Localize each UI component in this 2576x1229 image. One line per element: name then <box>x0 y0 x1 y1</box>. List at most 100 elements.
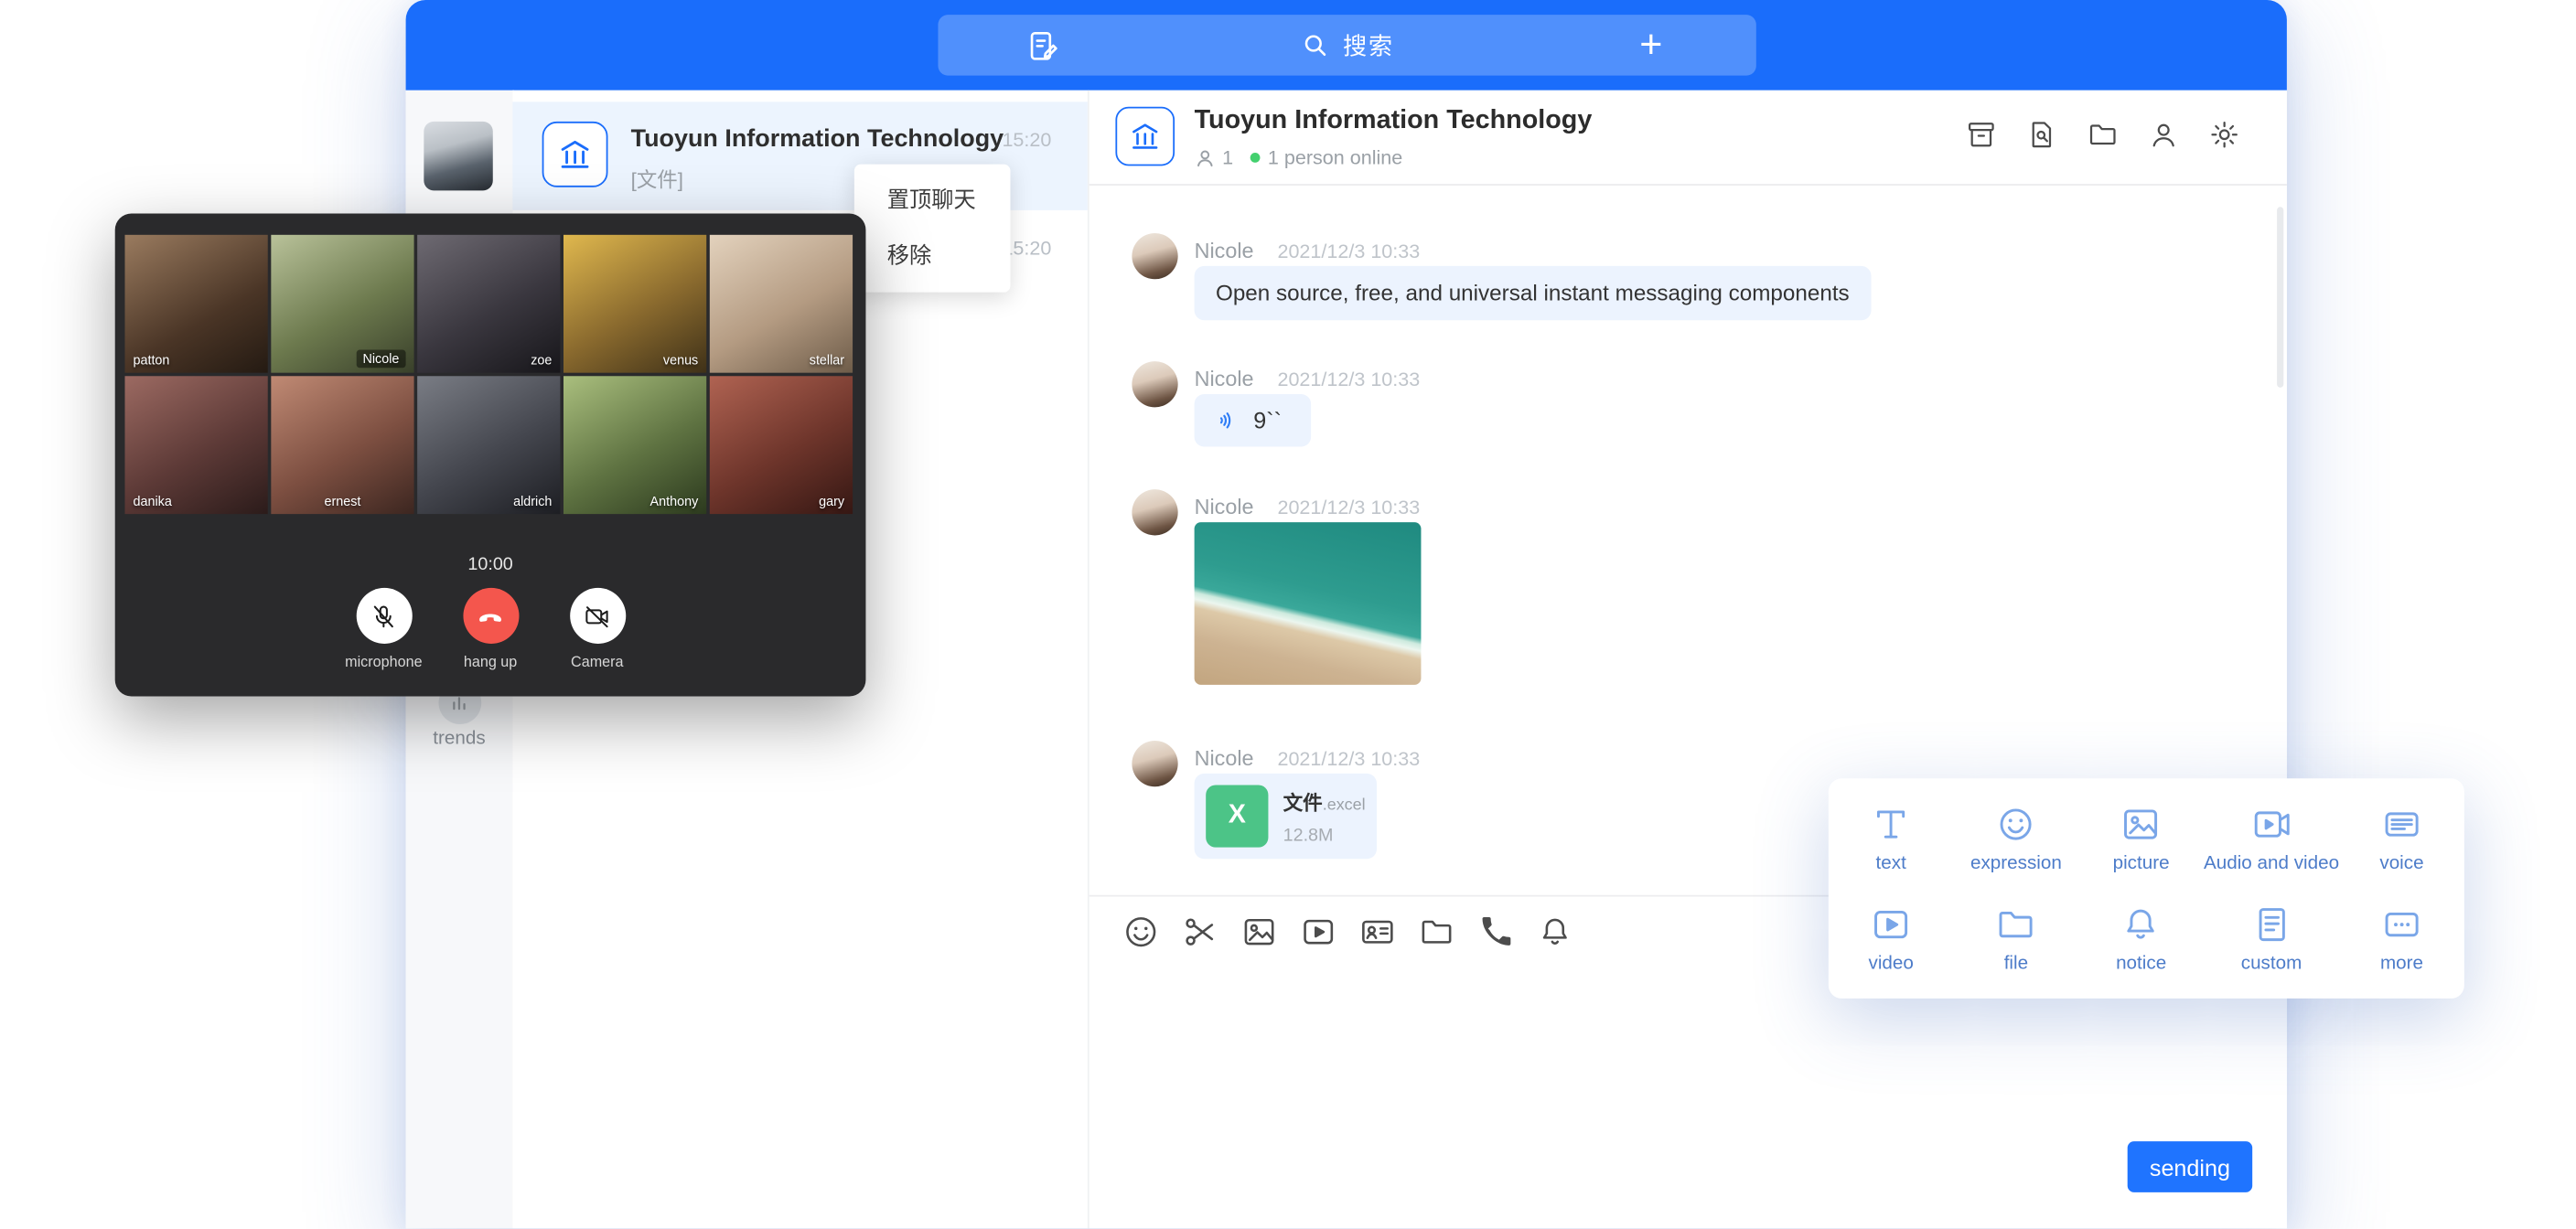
video-tile: gary <box>710 376 853 514</box>
participant-name: gary <box>819 495 844 509</box>
search-bar[interactable]: 搜索 <box>1148 15 1546 75</box>
expression-icon <box>1995 803 2038 846</box>
participant-name: danika <box>133 495 171 509</box>
panel-item-text[interactable]: text <box>1829 788 1954 889</box>
camera-off-icon <box>584 602 612 630</box>
history-search-icon[interactable] <box>2025 118 2058 151</box>
send-button[interactable]: sending <box>2128 1141 2252 1192</box>
file-size: 12.8M <box>1283 825 1366 845</box>
video-tile: danika <box>124 376 267 514</box>
menu-item-pin-chat[interactable]: 置顶聊天 <box>854 173 1011 229</box>
participant-name: ernest <box>324 495 360 509</box>
panel-item-video[interactable]: video <box>1829 889 1954 989</box>
members-icon <box>1195 147 1216 168</box>
hang-up-button[interactable] <box>463 588 519 644</box>
message-time: 2021/12/3 10:33 <box>1277 368 1420 390</box>
mic-off-icon <box>370 602 398 630</box>
panel-item-custom[interactable]: custom <box>2204 889 2339 989</box>
conversation-time: 15:20 <box>1002 128 1051 151</box>
conversation-context-menu: 置顶聊天 移除 <box>854 165 1011 293</box>
bell-icon[interactable] <box>1536 914 1573 951</box>
panel-item-expression[interactable]: expression <box>1954 788 2079 889</box>
avatar[interactable] <box>1132 741 1177 786</box>
sound-wave-icon <box>1214 407 1240 433</box>
message-time: 2021/12/3 10:33 <box>1277 747 1420 770</box>
more-icon <box>2380 903 2423 946</box>
participant-name: venus <box>663 353 698 368</box>
picture-icon <box>2120 803 2163 846</box>
call-icon[interactable] <box>1477 914 1515 951</box>
call-controls: microphone hang up Camer <box>115 588 866 644</box>
video-icon <box>1870 903 1913 946</box>
video-tile: Anthony <box>564 376 706 514</box>
call-timer: 10:00 <box>115 555 866 575</box>
online-dot <box>1250 153 1260 163</box>
conversation-preview: [文件] <box>631 163 683 194</box>
members-icon[interactable] <box>2147 118 2180 151</box>
chat-subtitle: 1 1 person online <box>1195 146 1403 169</box>
note-button[interactable] <box>938 15 1148 75</box>
search-label: 搜索 <box>1343 28 1394 63</box>
group-icon <box>542 122 608 187</box>
video-icon[interactable] <box>1300 914 1337 951</box>
member-count: 1 <box>1222 146 1233 169</box>
participant-grid: patton Nicole zoe venus stellar danika e… <box>124 235 853 514</box>
avatar[interactable] <box>1132 361 1177 407</box>
scrollbar-thumb[interactable] <box>2277 207 2283 388</box>
participant-name: aldrich <box>513 495 552 509</box>
participant-name: Nicole <box>356 350 405 369</box>
beach-photo[interactable] <box>1195 522 1422 685</box>
file-name: 文件 <box>1283 791 1323 814</box>
contact-card-icon[interactable] <box>1358 914 1396 951</box>
chat-header: Tuoyun Information Technology 1 1 person… <box>1089 91 2287 186</box>
folder-icon[interactable] <box>1418 914 1455 951</box>
menu-item-remove[interactable]: 移除 <box>854 229 1011 284</box>
hang-up-label: hang up <box>464 654 517 670</box>
avatar[interactable] <box>1132 489 1177 535</box>
file-bubble[interactable]: X 文件.excel 12.8M <box>1195 774 1378 859</box>
top-bar: 搜索 + <box>406 0 2287 91</box>
sender-name: Nicole <box>1195 745 1254 770</box>
panel-item-picture[interactable]: picture <box>2078 788 2204 889</box>
chat-header-actions <box>1965 118 2241 151</box>
panel-item-notice[interactable]: notice <box>2078 889 2204 989</box>
text-bubble: Open source, free, and universal instant… <box>1195 266 1871 320</box>
message-time: 2021/12/3 10:33 <box>1277 496 1420 518</box>
chat-panel: Tuoyun Information Technology 1 1 person… <box>1088 91 2287 1229</box>
my-avatar[interactable] <box>424 122 492 190</box>
camera-label: Camera <box>571 654 623 670</box>
sender-name: Nicole <box>1195 366 1254 390</box>
file-icon <box>1995 903 2038 946</box>
message-type-panel: text expression picture <box>1829 778 2464 999</box>
video-tile: patton <box>124 235 267 373</box>
text-icon <box>1870 803 1913 846</box>
note-icon <box>1025 27 1062 64</box>
mute-microphone-button[interactable] <box>356 588 412 644</box>
files-icon[interactable] <box>2087 118 2120 151</box>
video-tile: stellar <box>710 235 853 373</box>
participant-name: patton <box>133 353 169 368</box>
notice-icon <box>2120 903 2163 946</box>
video-tile: zoe <box>417 235 560 373</box>
mic-label: microphone <box>345 654 422 670</box>
scissors-icon[interactable] <box>1181 914 1218 951</box>
announcement-icon[interactable] <box>1965 118 1998 151</box>
video-tile: aldrich <box>417 376 560 514</box>
emoji-icon[interactable] <box>1122 914 1160 951</box>
search-icon <box>1300 30 1329 59</box>
panel-item-voice[interactable]: voice <box>2339 788 2464 889</box>
add-button[interactable]: + <box>1546 15 1756 75</box>
settings-icon[interactable] <box>2208 118 2241 151</box>
panel-item-more[interactable]: more <box>2339 889 2464 989</box>
avatar[interactable] <box>1132 233 1177 279</box>
screen: 搜索 + trends <box>0 0 2576 1228</box>
panel-item-audio-video[interactable]: Audio and video <box>2204 788 2339 889</box>
voice-bubble[interactable]: 9`` <box>1195 394 1312 446</box>
panel-item-file[interactable]: file <box>1954 889 2079 989</box>
camera-button[interactable] <box>569 588 625 644</box>
sender-name: Nicole <box>1195 495 1254 519</box>
participant-name: stellar <box>810 353 844 368</box>
picture-icon[interactable] <box>1240 914 1278 951</box>
video-tile: ernest <box>271 376 413 514</box>
online-status: 1 person online <box>1268 146 1402 169</box>
